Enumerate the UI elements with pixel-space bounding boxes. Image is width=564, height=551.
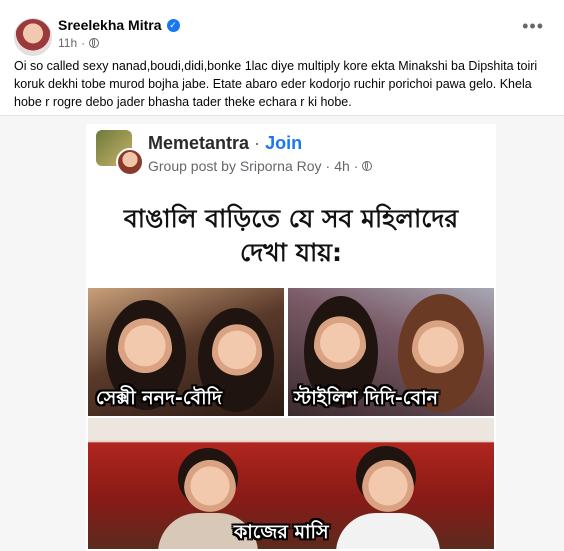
meme-photo-1[interactable]: সেক্সী ননদ-বৌদি [88, 288, 284, 416]
author-name[interactable]: Sreelekha Mitra [58, 17, 162, 33]
group-post-by[interactable]: Group post by Sriporna Roy [148, 158, 322, 174]
shared-post-time[interactable]: 4h [334, 158, 350, 174]
post-meta: 11h · [58, 36, 100, 50]
public-globe-icon [362, 161, 373, 171]
post-time[interactable]: 11h [58, 36, 77, 50]
meta-separator: · [81, 36, 86, 50]
group-separator: · [254, 133, 261, 153]
shared-post: Memetantra · Join Group post by Sriporna… [86, 124, 496, 551]
photo-banner [88, 418, 494, 440]
author-avatar[interactable] [14, 18, 52, 56]
author-row: Sreelekha Mitra ✓ [58, 17, 180, 33]
group-header: Memetantra · Join [148, 133, 302, 154]
meme-photo-3[interactable]: কাজের মাসি [88, 418, 494, 549]
meme-label-1: সেক্সী ননদ-বৌদি [96, 387, 222, 409]
more-options-icon[interactable]: ••• [522, 17, 544, 35]
group-name[interactable]: Memetantra [148, 133, 249, 153]
verified-badge-icon: ✓ [166, 18, 180, 32]
shared-post-meta: Group post by Sriporna Roy · 4h · [148, 158, 373, 174]
poster-avatar[interactable] [116, 148, 144, 176]
meme-headline-line2: দেখা যায়: [239, 238, 343, 267]
facebook-post-card: Sreelekha Mitra ✓ 11h · ••• Oi so called… [0, 0, 564, 551]
public-globe-icon [89, 38, 100, 48]
post-caption: Oi so called sexy nanad,boudi,didi,bonke… [14, 59, 538, 109]
join-link[interactable]: Join [265, 133, 302, 153]
meme-headline: বাঙালি বাড়িতে যে সব মহিলাদের দেখা যায়: [86, 202, 496, 270]
meme-photo-2[interactable]: স্টাইলিশ দিদি-বোন [288, 288, 494, 416]
meme-label-3: কাজের মাসি [234, 521, 329, 543]
meme-headline-line1: বাঙালি বাড়িতে যে সব মহিলাদের [123, 204, 459, 233]
meme-label-2: স্টাইলিশ দিদি-বোন [294, 387, 438, 409]
shared-post-container[interactable]: Memetantra · Join Group post by Sriporna… [0, 115, 564, 551]
